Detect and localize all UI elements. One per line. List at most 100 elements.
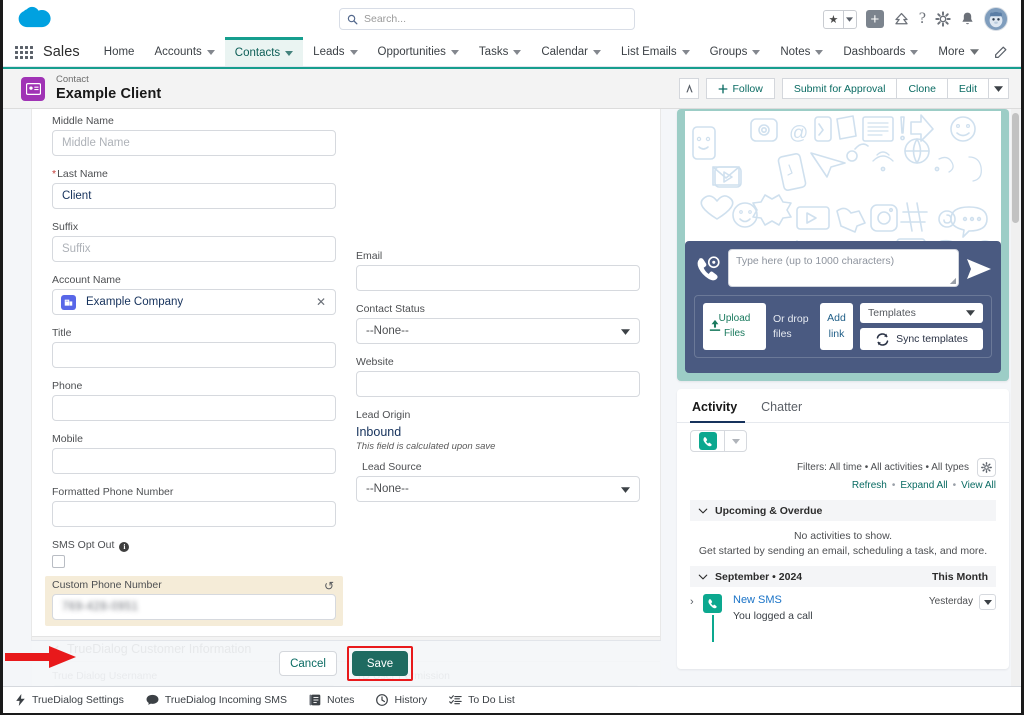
required-asterisk: * — [52, 168, 57, 180]
clone-button[interactable]: Clone — [896, 78, 947, 99]
contact-status-select[interactable]: --None-- — [356, 318, 640, 344]
tab-chatter[interactable]: Chatter — [759, 389, 816, 422]
lead-source-select[interactable]: --None-- — [356, 476, 640, 502]
page-title: Example Client — [56, 85, 162, 102]
help-icon[interactable]: ? — [919, 10, 926, 28]
page-scrollbar-thumb[interactable] — [1012, 113, 1019, 223]
field-label: SMS Opt Out i — [52, 539, 336, 552]
upload-files-button[interactable]: Upload Files — [703, 303, 766, 350]
notifications-bell-icon[interactable] — [960, 11, 975, 27]
undo-icon[interactable]: ↺ — [324, 579, 334, 593]
trailhead-icon[interactable] — [893, 11, 910, 28]
record-header: Contact Example Client Follow Submit for… — [3, 69, 1021, 109]
setup-gear-icon[interactable] — [935, 11, 951, 27]
expand-all-link[interactable]: Expand All — [900, 480, 947, 491]
view-all-link[interactable]: View All — [961, 480, 996, 491]
log-a-call-button[interactable] — [691, 431, 724, 451]
nav-item-leads[interactable]: Leads — [303, 38, 367, 66]
field-last-name: *Last Name Client — [52, 168, 336, 209]
nav-item-opportunities[interactable]: Opportunities — [368, 38, 469, 66]
activity-filter-gear-icon[interactable] — [977, 458, 996, 477]
info-icon[interactable]: i — [119, 541, 130, 552]
favorites-caret-icon[interactable] — [842, 10, 856, 28]
nav-item-accounts[interactable]: Accounts — [144, 38, 224, 66]
nav-item-contacts[interactable]: Contacts — [224, 37, 304, 66]
clear-account-icon[interactable]: ✕ — [316, 295, 326, 309]
utility-bar: TrueDialog Settings TrueDialog Incoming … — [3, 686, 1021, 713]
chevron-down-icon — [285, 50, 294, 56]
sync-templates-button[interactable]: Sync templates — [860, 328, 983, 350]
email-input[interactable] — [356, 265, 640, 291]
utility-notes[interactable]: Notes — [309, 694, 354, 706]
nav-item-tasks[interactable]: Tasks — [469, 38, 531, 66]
favorites-button-group[interactable]: ★ — [822, 9, 857, 29]
formatted-phone-number-input[interactable] — [52, 501, 336, 527]
tab-activity[interactable]: Activity — [690, 389, 759, 423]
title-input[interactable] — [52, 342, 336, 368]
middle-name-input[interactable]: Middle Name — [52, 130, 336, 156]
global-search-box[interactable]: Search... — [339, 8, 635, 30]
follow-button[interactable]: Follow — [706, 78, 775, 99]
field-label-text: SMS Opt Out — [52, 539, 115, 551]
nav-item-dashboards[interactable]: Dashboards — [833, 38, 928, 66]
cancel-button[interactable]: Cancel — [279, 651, 337, 676]
log-a-call-dropdown[interactable] — [724, 431, 746, 451]
chevron-down-icon — [994, 85, 1003, 92]
nav-item-more[interactable]: More — [928, 38, 988, 66]
custom-phone-number-input[interactable]: 769-428-0951 — [52, 593, 336, 620]
form-column-left: Middle Name Middle Name *Last Name Clien… — [42, 115, 346, 634]
upcoming-overdue-group-header[interactable]: Upcoming & Overdue — [690, 500, 996, 521]
refresh-link[interactable]: Refresh — [852, 480, 887, 491]
record-action-buttons: Follow Submit for Approval Clone Edit — [679, 78, 1009, 99]
nav-item-groups[interactable]: Groups — [700, 38, 771, 66]
utility-to-do-list[interactable]: To Do List — [449, 694, 515, 706]
favorites-star-icon[interactable]: ★ — [824, 11, 843, 28]
nav-item-calendar[interactable]: Calendar — [531, 38, 611, 66]
field-mobile: Mobile — [52, 433, 336, 474]
app-launcher-button[interactable] — [3, 38, 37, 66]
global-actions-plus-icon[interactable]: + — [865, 10, 884, 28]
website-input[interactable] — [356, 371, 640, 397]
page-scrollbar[interactable] — [1011, 109, 1020, 686]
activity-filters-row: Filters: All time • All activities • All… — [677, 452, 1009, 477]
utility-truedialog-settings[interactable]: TrueDialog Settings — [15, 694, 124, 706]
nav-item-notes[interactable]: Notes — [770, 38, 833, 66]
field-label: Account Name — [52, 274, 121, 286]
salesforce-cloud-logo[interactable] — [17, 6, 57, 32]
record-actions-extra-icon[interactable] — [679, 78, 700, 99]
sms-message-textarea[interactable]: Type here (up to 1000 characters) ◢ — [728, 249, 959, 287]
utility-truedialog-incoming-sms[interactable]: TrueDialog Incoming SMS — [146, 694, 287, 706]
timeline-item-title[interactable]: New SMS — [733, 594, 929, 606]
suffix-input[interactable]: Suffix — [52, 236, 336, 262]
app-navigation-bar: Sales Home Accounts Contacts Leads Oppor… — [3, 37, 1021, 67]
save-button[interactable]: Save — [352, 651, 408, 676]
add-link-button[interactable]: Add link — [820, 303, 853, 350]
month-group-title: September • 2024 — [715, 570, 803, 583]
nav-item-home[interactable]: Home — [94, 38, 145, 66]
field-label-text: Last Name — [57, 168, 108, 180]
last-name-input[interactable]: Client — [52, 183, 336, 209]
sms-opt-out-checkbox[interactable] — [52, 554, 65, 568]
log-a-call-button-group[interactable] — [690, 430, 747, 452]
timeline-item-menu-button[interactable] — [979, 594, 996, 610]
templates-select[interactable]: Templates — [860, 303, 983, 323]
nav-item-label: Calendar — [541, 46, 588, 58]
app-name-label[interactable]: Sales — [37, 38, 94, 66]
record-actions-more-button[interactable] — [988, 78, 1009, 99]
phone-input[interactable] — [52, 395, 336, 421]
nav-item-list-emails[interactable]: List Emails — [611, 38, 700, 66]
account-name-lookup[interactable]: Example Company ✕ — [52, 289, 336, 315]
submit-for-approval-button[interactable]: Submit for Approval — [781, 78, 897, 99]
resize-grip-icon[interactable]: ◢ — [950, 276, 956, 285]
edit-navigation-pencil-icon[interactable] — [994, 46, 1007, 64]
mobile-input[interactable] — [52, 448, 336, 474]
save-button-highlight: Save — [347, 646, 413, 681]
user-avatar[interactable] — [984, 7, 1008, 31]
edit-button[interactable]: Edit — [946, 78, 988, 99]
send-icon[interactable] — [966, 257, 992, 281]
expand-timeline-item-icon[interactable]: › — [690, 594, 703, 622]
utility-history[interactable]: History — [376, 694, 427, 706]
timeline-call-icon — [703, 594, 722, 613]
chevron-down-icon — [983, 599, 992, 605]
month-group-header[interactable]: September • 2024 This Month — [690, 566, 996, 587]
